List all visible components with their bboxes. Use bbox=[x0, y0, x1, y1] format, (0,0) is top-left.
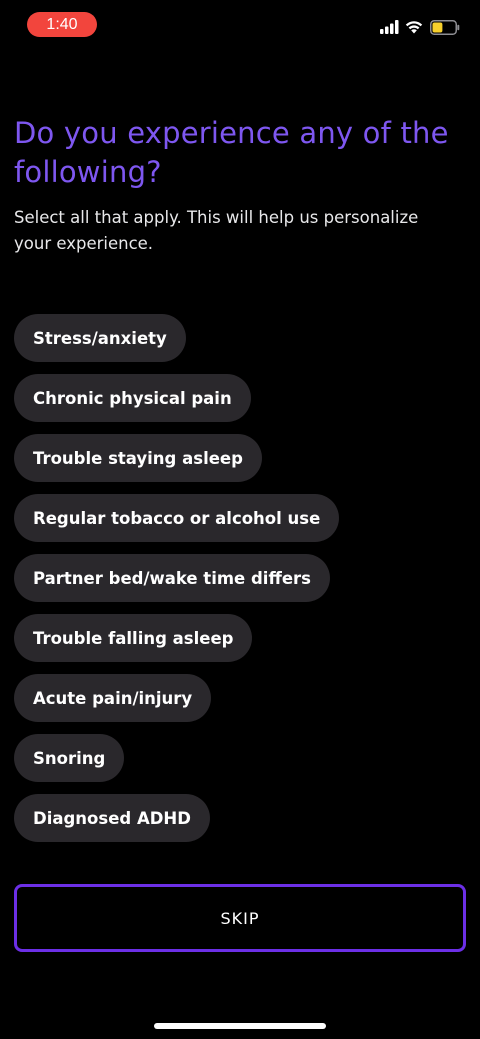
option-trouble-staying-asleep[interactable]: Trouble staying asleep bbox=[14, 434, 262, 482]
option-acute-pain-injury[interactable]: Acute pain/injury bbox=[14, 674, 212, 722]
option-chronic-physical-pain[interactable]: Chronic physical pain bbox=[14, 374, 251, 422]
option-label: Regular tobacco or alcohol use bbox=[33, 508, 321, 528]
option-label: Trouble staying asleep bbox=[33, 448, 243, 468]
option-label: Acute pain/injury bbox=[33, 688, 193, 708]
page-title: Do you experience any of the following? bbox=[14, 116, 449, 189]
status-bar: 1:40 bbox=[0, 0, 480, 48]
options-list: Stress/anxiety Chronic physical pain Tro… bbox=[14, 314, 340, 842]
option-snoring[interactable]: Snoring bbox=[14, 734, 125, 782]
status-time[interactable]: 1:40 bbox=[27, 12, 97, 37]
skip-button[interactable]: SKIP bbox=[14, 884, 466, 952]
option-label: Snoring bbox=[33, 748, 106, 768]
option-label: Diagnosed ADHD bbox=[33, 808, 191, 828]
option-partner-time-differs[interactable]: Partner bed/wake time differs bbox=[14, 554, 330, 602]
wifi-icon bbox=[405, 21, 423, 34]
option-diagnosed-adhd[interactable]: Diagnosed ADHD bbox=[14, 794, 210, 842]
home-indicator[interactable] bbox=[154, 1023, 326, 1029]
option-tobacco-alcohol-use[interactable]: Regular tobacco or alcohol use bbox=[14, 494, 340, 542]
option-label: Partner bed/wake time differs bbox=[33, 568, 311, 588]
option-trouble-falling-asleep[interactable]: Trouble falling asleep bbox=[14, 614, 253, 662]
signal-icon bbox=[380, 20, 399, 34]
battery-icon bbox=[430, 20, 460, 35]
option-label: Trouble falling asleep bbox=[33, 628, 234, 648]
option-label: Chronic physical pain bbox=[33, 388, 232, 408]
option-label: Stress/anxiety bbox=[33, 328, 167, 348]
option-stress-anxiety[interactable]: Stress/anxiety bbox=[14, 314, 186, 362]
page-subtitle: Select all that apply. This will help us… bbox=[14, 208, 419, 253]
